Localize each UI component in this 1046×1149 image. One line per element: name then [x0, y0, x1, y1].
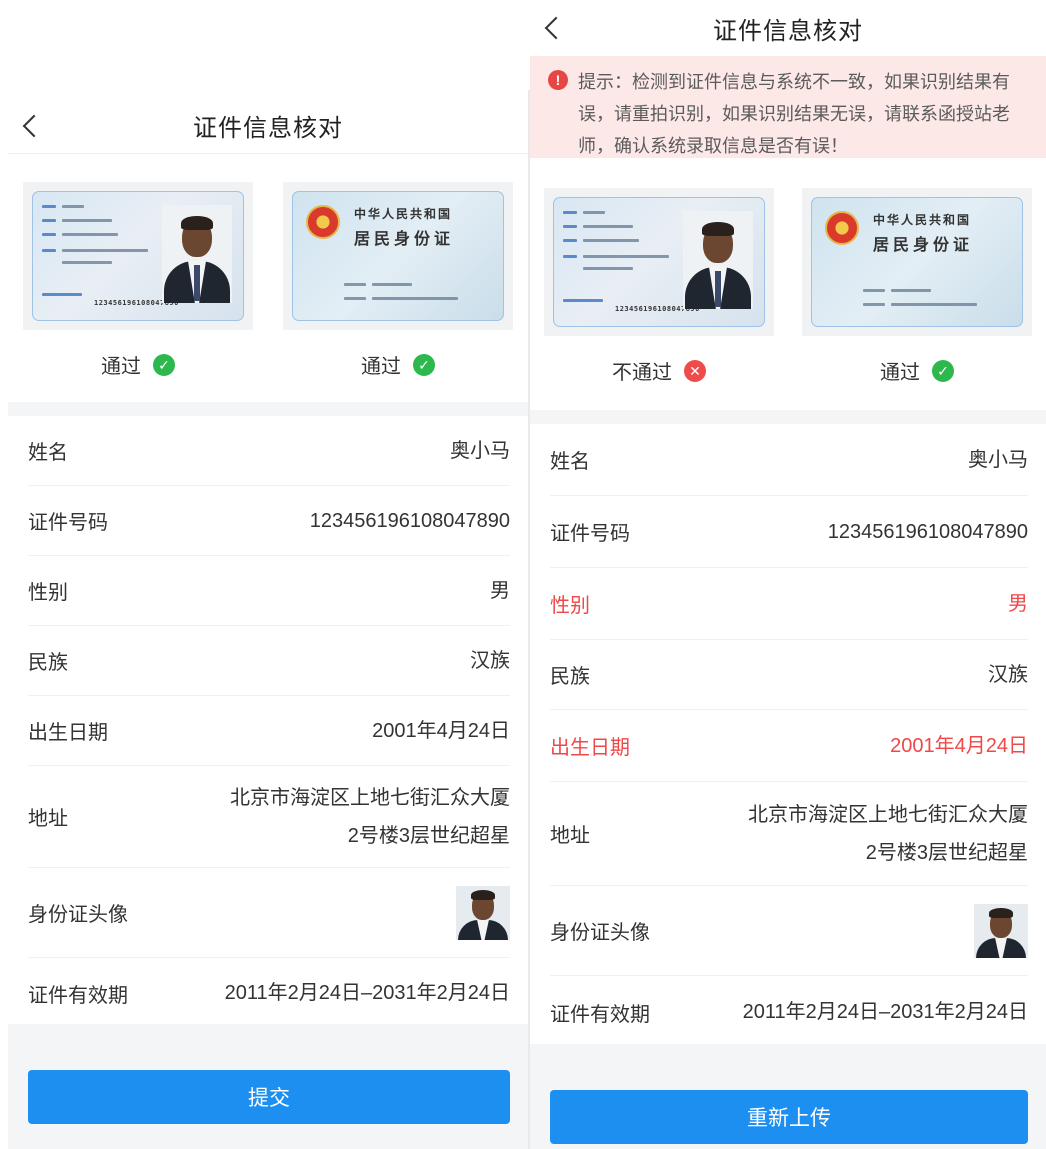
id-card-images: 123456196108047890 不通过 ✕ 中华人民共和国 居民身份证 通…: [530, 188, 1046, 385]
status-text: 不通过: [612, 362, 672, 384]
id-front-image[interactable]: 123456196108047890: [23, 182, 253, 330]
row-ethnicity: 民族 汉族: [28, 626, 510, 696]
row-gender: 性别 男: [28, 556, 510, 626]
id-front-image[interactable]: 123456196108047890: [544, 188, 774, 336]
nav-bar: 证件信息核对: [8, 98, 528, 154]
back-arrow-icon[interactable]: [22, 114, 46, 137]
id-back-image[interactable]: 中华人民共和国 居民身份证: [283, 182, 513, 330]
card-type-text: 居民身份证: [873, 237, 974, 254]
row-id-photo: 身份证头像: [28, 868, 510, 958]
section-gap: [8, 402, 528, 416]
back-arrow-icon[interactable]: [544, 16, 568, 40]
front-status: 通过 ✓: [101, 350, 175, 379]
national-emblem-icon: [825, 211, 859, 245]
screen-verified: 证件信息核对 123456196108047890 通过 ✓ 中华人民共和国 居…: [8, 0, 528, 1149]
status-text: 通过: [101, 356, 141, 378]
screen-mismatch: 证件信息核对 ! 提示：检测到证件信息与系统不一致，如果识别结果有误，请重拍识别…: [530, 0, 1046, 1149]
address-line-2: 2号楼3层世纪超星: [347, 824, 510, 847]
avatar[interactable]: [456, 885, 510, 940]
id-card-images: 123456196108047890 通过 ✓ 中华人民共和国 居民身份证 通过…: [8, 182, 528, 379]
reupload-button[interactable]: 重新上传: [550, 1090, 1028, 1144]
id-portrait: [162, 205, 232, 303]
row-gender: 性别 男: [550, 568, 1028, 640]
id-back-image[interactable]: 中华人民共和国 居民身份证: [802, 188, 1032, 336]
check-circle-icon: ✓: [153, 353, 175, 376]
back-status: 通过 ✓: [880, 356, 954, 385]
id-front-column: 123456196108047890 通过 ✓: [8, 182, 268, 379]
row-ethnicity: 民族 汉族: [550, 640, 1028, 710]
info-list: 姓名 奥小马 证件号码 123456196108047890 性别 男 民族 汉…: [8, 416, 528, 1028]
address-line-1: 北京市海淀区上地七街汇众大厦: [230, 786, 510, 809]
row-name: 姓名 奥小马: [28, 416, 510, 486]
card-country-text: 中华人民共和国: [873, 213, 972, 227]
mismatch-alert: ! 提示：检测到证件信息与系统不一致，如果识别结果有误，请重拍识别，如果识别结果…: [530, 56, 1046, 158]
submit-button[interactable]: 提交: [28, 1070, 510, 1124]
row-address: 地址 北京市海淀区上地七街汇众大厦 2号楼3层世纪超星: [550, 782, 1028, 886]
row-address: 地址 北京市海淀区上地七街汇众大厦 2号楼3层世纪超星: [28, 766, 510, 868]
address-line-2: 2号楼3层世纪超星: [865, 841, 1028, 864]
national-emblem-icon: [306, 205, 340, 239]
row-validity: 证件有效期 2011年2月24日–2031年2月24日: [550, 1001, 1028, 1026]
page-title: 证件信息核对: [713, 17, 863, 45]
id-back-column: 中华人民共和国 居民身份证 通过 ✓: [268, 182, 528, 379]
status-text: 通过: [880, 362, 920, 384]
address-line-1: 北京市海淀区上地七街汇众大厦: [748, 803, 1028, 826]
id-card-back: 中华人民共和国 居民身份证: [811, 197, 1023, 327]
avatar[interactable]: [974, 903, 1028, 958]
check-circle-icon: ✓: [413, 353, 435, 376]
card-type-text: 居民身份证: [354, 231, 455, 248]
nav-bar: 证件信息核对: [530, 0, 1046, 56]
alert-text: 提示：检测到证件信息与系统不一致，如果识别结果有误，请重拍识别，如果识别结果无误…: [578, 72, 1010, 156]
check-circle-icon: ✓: [932, 359, 954, 382]
page-title: 证件信息核对: [193, 115, 343, 142]
id-card-front: 123456196108047890: [32, 191, 244, 321]
id-back-column: 中华人民共和国 居民身份证 通过 ✓: [788, 188, 1046, 385]
row-id-number: 证件号码 123456196108047890: [28, 486, 510, 556]
back-status: 通过 ✓: [361, 350, 435, 379]
row-birth-date: 出生日期 2001年4月24日: [550, 710, 1028, 782]
section-gap: [530, 410, 1046, 424]
id-card-back: 中华人民共和国 居民身份证: [292, 191, 504, 321]
front-status: 不通过 ✕: [612, 356, 706, 385]
footer: 提交: [8, 1024, 528, 1149]
row-validity: 证件有效期 2011年2月24日–2031年2月24日: [28, 982, 510, 1007]
id-portrait: [683, 211, 753, 309]
status-text: 通过: [361, 356, 401, 378]
row-birth-date: 出生日期 2001年4月24日: [28, 696, 510, 766]
footer: 重新上传: [530, 1044, 1046, 1149]
row-id-photo: 身份证头像: [550, 886, 1028, 976]
id-card-front: 123456196108047890: [553, 197, 765, 327]
exclamation-icon: !: [548, 70, 568, 90]
id-front-column: 123456196108047890 不通过 ✕: [530, 188, 788, 385]
close-circle-icon: ✕: [684, 359, 706, 382]
row-id-number: 证件号码 123456196108047890: [550, 496, 1028, 568]
card-country-text: 中华人民共和国: [354, 207, 453, 221]
row-name: 姓名 奥小马: [550, 424, 1028, 496]
info-list: 姓名 奥小马 证件号码 123456196108047890 性别 男 民族 汉…: [530, 424, 1046, 1048]
